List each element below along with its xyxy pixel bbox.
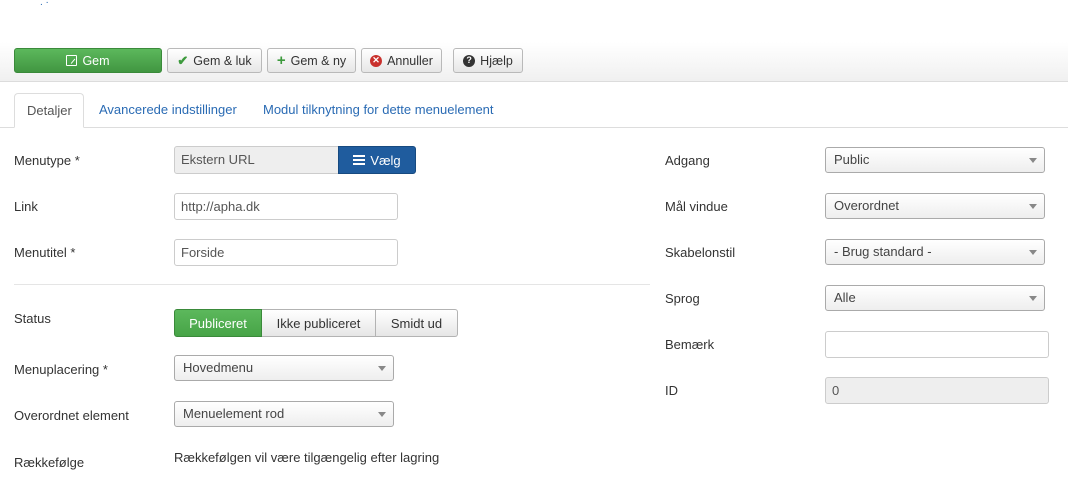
parent-item-value: Menuelement rod: [183, 406, 285, 421]
cancel-button[interactable]: ✕ Annuller: [361, 48, 442, 73]
status-trashed-button[interactable]: Smidt ud: [376, 309, 458, 337]
parent-item-select[interactable]: Menuelement rod: [174, 401, 394, 427]
id-field: 0: [825, 377, 1049, 404]
menu-location-value: Hovedmenu: [183, 360, 254, 375]
save-new-button[interactable]: + Gem & ny: [267, 48, 356, 73]
question-icon: ?: [463, 54, 476, 67]
template-style-value: - Brug standard -: [834, 244, 932, 259]
menu-location-select[interactable]: Hovedmenu: [174, 355, 394, 381]
help-button[interactable]: ? Hjælp: [453, 48, 523, 73]
menutype-label: Menutype *: [14, 153, 80, 168]
access-value: Public: [834, 152, 870, 167]
language-value: Alle: [834, 290, 856, 305]
corner-dots: . ·: [40, 0, 49, 8]
list-icon: [353, 155, 366, 165]
chevron-down-icon: [1029, 296, 1037, 301]
tab-advanced-settings[interactable]: Avancerede indstillinger: [87, 93, 249, 128]
select-menutype-label: Vælg: [370, 152, 401, 168]
edit-icon: [66, 55, 78, 66]
chevron-down-icon: [378, 412, 386, 417]
access-select[interactable]: Public: [825, 147, 1045, 173]
toolbar: Gem ✔ Gem & luk + Gem & ny ✕ Annuller ? …: [0, 42, 1068, 82]
template-style-select[interactable]: - Brug standard -: [825, 239, 1045, 265]
ordering-label: Rækkefølge: [14, 455, 85, 470]
plus-icon: +: [276, 52, 286, 69]
target-window-label: Mål vindue: [665, 199, 728, 214]
help-label: Hjælp: [480, 53, 513, 68]
cancel-icon: ✕: [370, 54, 383, 67]
language-label: Sprog: [665, 291, 700, 306]
cancel-label: Annuller: [387, 53, 433, 68]
chevron-down-icon: [1029, 250, 1037, 255]
target-window-select[interactable]: Overordnet: [825, 193, 1045, 219]
template-style-label: Skabelonstil: [665, 245, 736, 260]
id-label: ID: [665, 383, 678, 398]
save-close-label: Gem & luk: [193, 53, 252, 68]
save-label: Gem: [82, 53, 110, 68]
note-input[interactable]: [825, 331, 1049, 358]
chevron-down-icon: [378, 366, 386, 371]
save-close-button[interactable]: ✔ Gem & luk: [167, 48, 262, 73]
parent-item-label: Overordnet element: [14, 408, 129, 423]
tab-module-assignment[interactable]: Modul tilknytning for dette menuelement: [251, 93, 506, 128]
chevron-down-icon: [1029, 158, 1037, 163]
chevron-down-icon: [1029, 204, 1037, 209]
menutitle-input[interactable]: Forside: [174, 239, 398, 266]
status-label: Status: [14, 311, 51, 326]
access-label: Adgang: [665, 153, 710, 168]
save-new-label: Gem & ny: [290, 53, 347, 68]
target-window-value: Overordnet: [834, 198, 900, 213]
note-label: Bemærk: [665, 337, 715, 352]
ordering-note: Rækkefølgen vil være tilgængelig efter l…: [174, 450, 440, 465]
link-label: Link: [14, 199, 38, 214]
status-unpublished-button[interactable]: Ikke publiceret: [262, 309, 376, 337]
menutype-field: Ekstern URL: [174, 146, 339, 174]
tab-details[interactable]: Detaljer: [14, 93, 84, 128]
status-published-button[interactable]: Publiceret: [174, 309, 262, 337]
save-button[interactable]: Gem: [14, 48, 162, 73]
section-divider: [14, 284, 650, 285]
tab-bar: Detaljer Avancerede indstillinger Modul …: [0, 93, 1068, 128]
menutitle-label: Menutitel *: [14, 245, 76, 260]
select-menutype-button[interactable]: Vælg: [338, 146, 416, 174]
link-input[interactable]: http://apha.dk: [174, 193, 398, 220]
check-icon: ✔: [177, 53, 189, 68]
language-select[interactable]: Alle: [825, 285, 1045, 311]
menu-location-label: Menuplacering *: [14, 362, 108, 377]
